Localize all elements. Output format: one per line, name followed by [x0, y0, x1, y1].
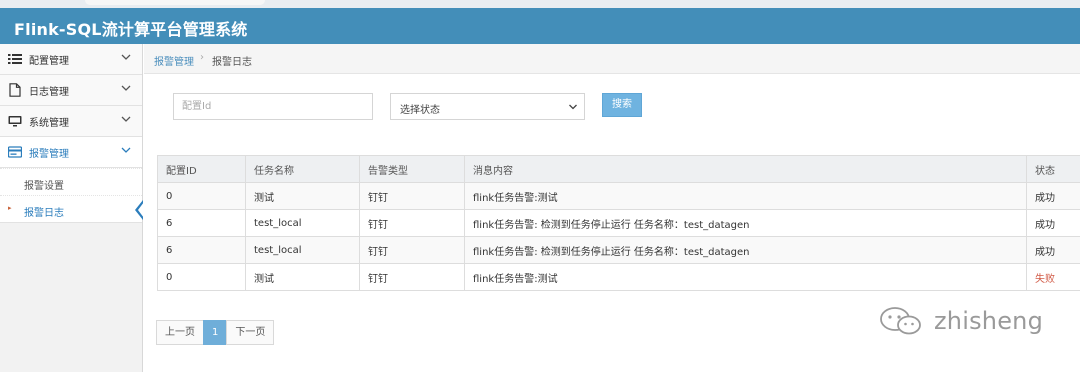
status-select-value: 选择状态: [400, 105, 440, 116]
app-header: Flink-SQL流计算平台管理系统: [0, 8, 1080, 44]
next-page-button[interactable]: 下一页: [226, 320, 275, 345]
breadcrumb-current: 报警日志: [212, 57, 252, 68]
chevron-down-icon: [121, 54, 131, 60]
watermark-text: zhisheng: [934, 307, 1044, 335]
sidebar-subitem-label: 报警设置: [24, 181, 64, 192]
table-cell: 6: [157, 209, 246, 237]
sidebar: 配置管理 日志管理 系统管理 报警管理 报警设置 ▸ 报警日志: [0, 44, 144, 372]
breadcrumb-parent-link[interactable]: 报警管理: [154, 53, 194, 68]
search-button[interactable]: 搜索: [602, 93, 642, 117]
table-cell: test_local: [245, 209, 360, 237]
table-row: 0 测试 钉钉 flink任务告警:测试 成功: [157, 182, 1080, 210]
table-cell: 钉钉: [359, 263, 465, 291]
sidebar-item-logs[interactable]: 日志管理: [0, 75, 142, 106]
alarm-submenu: 报警设置 ▸ 报警日志: [0, 168, 144, 223]
alarm-log-table: 配置ID 任务名称 告警类型 消息内容 状态 0 测试 钉钉 flink任务告警…: [157, 155, 1080, 291]
sidebar-item-alarm[interactable]: 报警管理: [0, 137, 142, 168]
column-header: 任务名称: [245, 155, 360, 183]
chevron-down-icon: [121, 85, 131, 91]
sidebar-item-label: 系统管理: [29, 118, 69, 129]
table-cell: 测试: [245, 182, 360, 210]
browser-tab-edge: [85, 0, 265, 5]
table-header-row: 配置ID 任务名称 告警类型 消息内容 状态: [157, 155, 1080, 183]
active-bullet-icon: ▸: [8, 204, 12, 212]
monitor-icon: [8, 116, 22, 127]
watermark: zhisheng: [878, 306, 1043, 336]
table-cell: 0: [157, 263, 246, 291]
table-cell: flink任务告警: 检测到任务停止运行 任务名称：test_datagen: [464, 236, 1027, 264]
wechat-icon: [880, 307, 921, 335]
config-id-input[interactable]: [173, 93, 373, 120]
active-caret-inner: [138, 202, 144, 218]
table-cell: flink任务告警:测试: [464, 182, 1027, 210]
table-row: 6 test_local 钉钉 flink任务告警: 检测到任务停止运行 任务名…: [157, 209, 1080, 237]
prev-page-button[interactable]: 上一页: [156, 320, 204, 345]
file-icon: [9, 83, 21, 97]
sidebar-item-config[interactable]: 配置管理: [0, 44, 142, 75]
chevron-down-icon: [569, 104, 577, 110]
list-icon: [8, 54, 22, 64]
sidebar-subitem-alarm-settings[interactable]: 报警设置: [0, 168, 142, 195]
table-cell: 测试: [245, 263, 360, 291]
status-cell: 成功: [1026, 236, 1080, 264]
table-cell: 钉钉: [359, 209, 465, 237]
sidebar-item-label: 日志管理: [29, 87, 69, 98]
status-cell: 成功: [1026, 209, 1080, 237]
chevron-down-icon: [121, 147, 131, 153]
page-number-button[interactable]: 1: [203, 320, 228, 345]
table-cell: flink任务告警:测试: [464, 263, 1027, 291]
column-header: 状态: [1026, 155, 1080, 183]
column-header: 消息内容: [464, 155, 1027, 183]
table-row: 6 test_local 钉钉 flink任务告警: 检测到任务停止运行 任务名…: [157, 236, 1080, 264]
sidebar-item-system[interactable]: 系统管理: [0, 106, 142, 137]
status-select[interactable]: 选择状态: [390, 93, 585, 120]
pagination: 上一页 1 下一页: [156, 320, 275, 345]
sidebar-item-label: 报警管理: [29, 149, 69, 160]
column-header: 配置ID: [157, 155, 246, 183]
table-cell: 钉钉: [359, 182, 465, 210]
table-cell: 钉钉: [359, 236, 465, 264]
sidebar-subitem-alarm-logs[interactable]: ▸ 报警日志: [0, 195, 144, 222]
sidebar-item-label: 配置管理: [29, 56, 69, 67]
breadcrumb: 报警管理 › 报警日志: [144, 44, 1080, 74]
table-cell: flink任务告警: 检测到任务停止运行 任务名称：test_datagen: [464, 209, 1027, 237]
table-cell: 0: [157, 182, 246, 210]
column-header: 告警类型: [359, 155, 465, 183]
status-cell: 成功: [1026, 182, 1080, 210]
app-title: Flink-SQL流计算平台管理系统: [14, 20, 248, 39]
table-row: 0 测试 钉钉 flink任务告警:测试 失败: [157, 263, 1080, 291]
chevron-down-icon: [121, 116, 131, 122]
sidebar-subitem-label: 报警日志: [24, 208, 64, 219]
breadcrumb-separator-icon: ›: [200, 52, 204, 63]
alarm-card-icon: [8, 146, 22, 158]
status-cell-failed: 失败: [1026, 263, 1080, 291]
browser-top-strip: [0, 0, 1080, 8]
table-cell: 6: [157, 236, 246, 264]
table-cell: test_local: [245, 236, 360, 264]
